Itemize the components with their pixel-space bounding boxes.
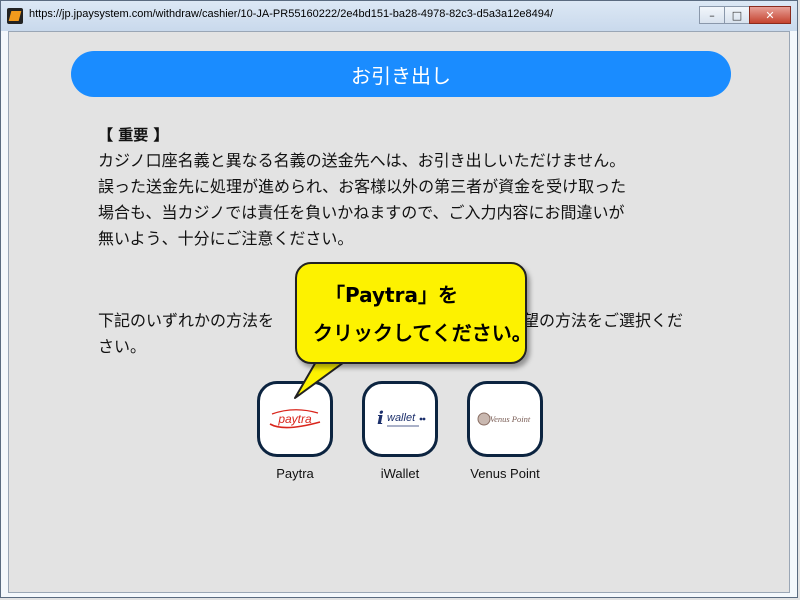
page-content: お引き出し 【 重要 】 カジノ口座名義と異なる名義の送金先へは、お引き出しいた… xyxy=(8,31,790,593)
instruction-line-end: 望の方法をご選択くだ xyxy=(523,311,684,330)
maximize-button[interactable]: □ xyxy=(724,6,750,24)
browser-window: https://jp.jpaysystem.com/withdraw/cashi… xyxy=(0,0,798,598)
method-label: Venus Point xyxy=(470,466,540,481)
notice-line: カジノ口座名義と異なる名義の送金先へは、お引き出しいただけません。 xyxy=(98,151,626,170)
close-button[interactable]: ✕ xyxy=(749,6,791,24)
method-label: Paytra xyxy=(276,466,314,481)
window-controls: – □ ✕ xyxy=(699,6,791,24)
callout-line-1: 「Paytra」を xyxy=(325,283,458,307)
iwallet-logo-text: wallet xyxy=(387,412,416,424)
page-title-bar: お引き出し xyxy=(71,51,731,97)
payment-methods: paytra Paytra i wallet iWallet Venus Poi… xyxy=(9,381,789,501)
title-bar: https://jp.jpaysystem.com/withdraw/cashi… xyxy=(1,1,797,31)
venus-point-logo-icon: Venus Point xyxy=(477,412,531,426)
notice-heading: 【 重要 】 xyxy=(98,126,169,144)
important-notice: 【 重要 】 カジノ口座名義と異なる名義の送金先へは、お引き出しいただけません。… xyxy=(98,122,698,252)
method-venus-point[interactable]: Venus Point Venus Point xyxy=(465,381,545,481)
paytra-logo-text: paytra xyxy=(277,412,312,426)
notice-line: 無いよう、十分にご注意ください。 xyxy=(98,229,354,248)
callout-tail xyxy=(294,360,349,399)
venus-point-logo-text: Venus Point xyxy=(490,414,531,424)
instruction-line-start: 下記のいずれかの方法を xyxy=(98,311,275,330)
app-icon xyxy=(7,8,23,24)
window-url: https://jp.jpaysystem.com/withdraw/cashi… xyxy=(29,8,554,20)
instruction-callout: 「Paytra」を クリックしてください。 xyxy=(295,262,532,364)
minimize-button[interactable]: – xyxy=(699,6,725,24)
venus-point-tile[interactable]: Venus Point xyxy=(467,381,543,457)
svg-text:i: i xyxy=(377,408,384,429)
callout-line-2: クリックしてください。 xyxy=(313,321,532,345)
page-title: お引き出し xyxy=(351,63,451,88)
method-label: iWallet xyxy=(380,466,420,481)
notice-line: 誤った送金先に処理が進められ、お客様以外の第三者が資金を受け取った xyxy=(98,177,627,196)
notice-line: 場合も、当カジノでは責任を負いかねますので、ご入力内容にお間違いが xyxy=(98,203,625,222)
